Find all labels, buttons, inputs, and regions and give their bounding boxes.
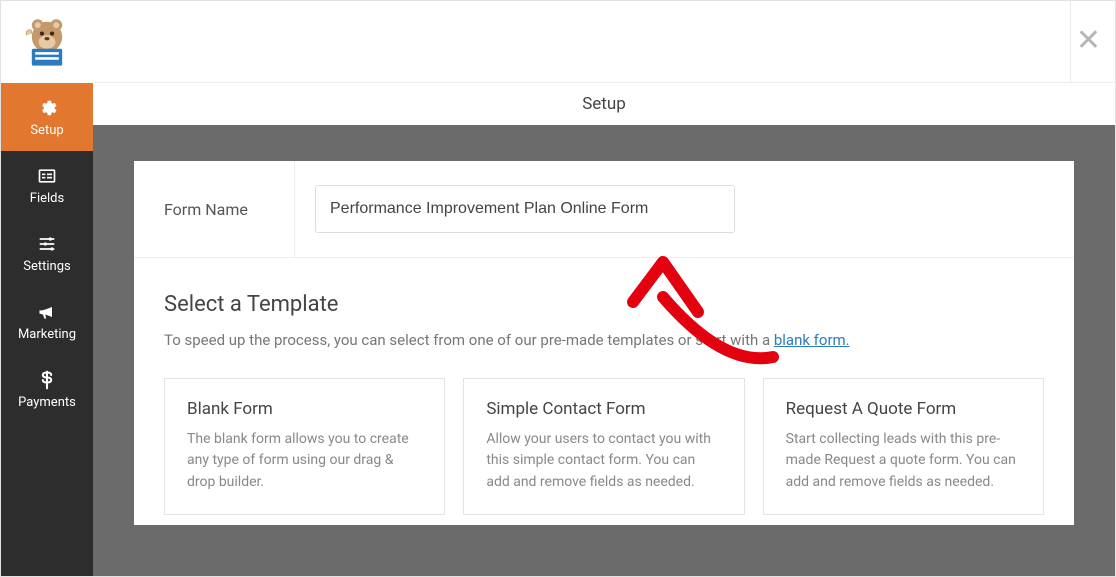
- template-card-request-quote[interactable]: Request A Quote Form Start collecting le…: [763, 378, 1044, 515]
- template-section-title: Select a Template: [164, 292, 1044, 317]
- content-wrap: Setup Form Name Select a Template To spe…: [93, 83, 1115, 576]
- topbar: [93, 1, 1115, 83]
- spacer: [93, 125, 1115, 161]
- close-button[interactable]: ✕: [1076, 23, 1101, 58]
- topbar-separator: [1070, 1, 1071, 83]
- template-card-title: Simple Contact Form: [486, 399, 721, 419]
- logo: [1, 1, 93, 83]
- list-icon: [36, 165, 58, 187]
- form-name-input-wrap: [295, 185, 1044, 233]
- sidebar-item-label: Settings: [23, 259, 70, 274]
- sidebar-item-label: Fields: [30, 191, 64, 206]
- template-card-desc: Allow your users to contact you with thi…: [486, 429, 721, 494]
- template-card-desc: The blank form allows you to create any …: [187, 429, 422, 494]
- sidebar-item-label: Marketing: [18, 327, 76, 342]
- bullhorn-icon: [36, 301, 58, 323]
- template-section: Select a Template To speed up the proces…: [134, 258, 1074, 525]
- template-card-desc: Start collecting leads with this pre-mad…: [786, 429, 1021, 494]
- sidebar: Setup Fields Settings Marketing Payments: [1, 1, 93, 576]
- sidebar-item-settings[interactable]: Settings: [1, 219, 93, 287]
- form-name-label: Form Name: [164, 200, 294, 219]
- templates-grid: Blank Form The blank form allows you to …: [164, 378, 1044, 515]
- sidebar-item-fields[interactable]: Fields: [1, 151, 93, 219]
- setup-panel: Form Name Select a Template To speed up …: [134, 161, 1074, 525]
- page-title: Setup: [93, 83, 1115, 125]
- gear-icon: [36, 97, 58, 119]
- main-area: Setup Form Name Select a Template To spe…: [93, 1, 1115, 576]
- template-card-simple-contact[interactable]: Simple Contact Form Allow your users to …: [463, 378, 744, 515]
- template-sub-text: To speed up the process, you can select …: [164, 331, 774, 349]
- sidebar-item-setup[interactable]: Setup: [1, 83, 93, 151]
- template-card-title: Blank Form: [187, 399, 422, 419]
- template-card-blank[interactable]: Blank Form The blank form allows you to …: [164, 378, 445, 515]
- dollar-icon: [36, 369, 58, 391]
- app-root: ✕ Setup Fields Settings Marketing: [0, 0, 1116, 577]
- sidebar-item-marketing[interactable]: Marketing: [1, 287, 93, 355]
- sidebar-item-label: Payments: [18, 395, 76, 410]
- form-name-row: Form Name: [134, 161, 1074, 258]
- form-name-input[interactable]: [315, 185, 735, 233]
- template-card-title: Request A Quote Form: [786, 399, 1021, 419]
- sidebar-item-payments[interactable]: Payments: [1, 355, 93, 423]
- template-section-subtitle: To speed up the process, you can select …: [164, 329, 1044, 352]
- sidebar-item-label: Setup: [30, 123, 63, 138]
- blank-form-link[interactable]: blank form.: [774, 331, 850, 349]
- bear-logo-icon: [20, 15, 74, 69]
- sliders-icon: [36, 233, 58, 255]
